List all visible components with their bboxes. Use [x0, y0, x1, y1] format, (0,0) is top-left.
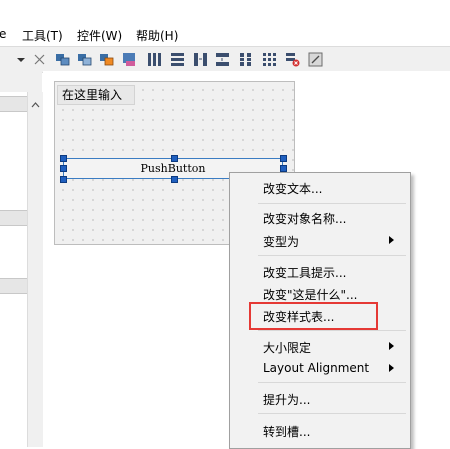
layout-vertical-icon[interactable] [170, 52, 185, 67]
menu-item-change-text[interactable]: 改变文本... [263, 180, 322, 197]
vertical-scrollbar[interactable] [27, 92, 43, 447]
menu-widgets[interactable]: 控件(W) [77, 27, 122, 44]
menu-tools[interactable]: 工具(T) [22, 27, 63, 44]
menu-separator [258, 203, 406, 204]
panel-group-header[interactable] [0, 210, 27, 226]
highlight-box [249, 302, 378, 330]
menu-item-morph-into[interactable]: 变型为 [263, 233, 299, 250]
menu-item-size-constraints[interactable]: 大小限定 [263, 339, 311, 356]
buddy-icon[interactable] [77, 52, 92, 67]
menu-separator [258, 413, 406, 414]
signals-slots-icon[interactable] [99, 52, 114, 67]
menu-bar: e 工具(T) 控件(W) 帮助(H) [0, 24, 450, 45]
selection-handle[interactable] [280, 165, 287, 172]
dropdown-arrow-icon[interactable] [14, 52, 29, 67]
splitter-vertical-icon[interactable] [215, 52, 230, 67]
break-layout-icon[interactable] [285, 52, 300, 67]
close-icon[interactable] [32, 52, 47, 67]
submenu-arrow-icon [389, 236, 394, 244]
menu-item-change-object-name[interactable]: 改变对象名称... [263, 210, 346, 227]
selection-handle[interactable] [171, 176, 178, 183]
selection-handle[interactable] [280, 155, 287, 162]
menu-separator [258, 382, 406, 383]
submenu-arrow-icon [389, 364, 394, 372]
form-layout-icon[interactable] [238, 52, 253, 67]
menu-help[interactable]: 帮助(H) [136, 27, 178, 44]
selection-handle[interactable] [171, 155, 178, 162]
property-list[interactable] [0, 92, 28, 447]
menu-item-promote-to[interactable]: 提升为... [263, 391, 310, 408]
menu-separator [258, 255, 406, 256]
panel-group-header[interactable] [0, 278, 27, 294]
menu-item-change-tooltip[interactable]: 改变工具提示... [263, 264, 346, 281]
selection-handle[interactable] [60, 165, 67, 172]
menu-item-go-to-slot[interactable]: 转到槽... [263, 423, 310, 440]
menu-item-change-whats-this[interactable]: 改变"这是什么"... [263, 286, 357, 303]
resource-icon[interactable] [122, 52, 137, 67]
menu-edit-partial[interactable]: e [0, 27, 6, 41]
splitter-horizontal-icon[interactable] [193, 52, 208, 67]
menu-item-layout-alignment[interactable]: Layout Alignment [263, 361, 369, 375]
menu-type-here-input[interactable]: 在这里输入 [57, 85, 135, 105]
scroll-up-icon[interactable] [31, 97, 40, 111]
menu-separator [258, 330, 406, 331]
toolbar [0, 46, 450, 73]
tab-order-icon[interactable] [55, 52, 70, 67]
layout-horizontal-icon[interactable] [147, 52, 162, 67]
selection-handle[interactable] [60, 155, 67, 162]
adjust-size-icon[interactable] [308, 52, 323, 67]
grid-layout-icon[interactable] [262, 52, 277, 67]
panel-header [0, 96, 27, 112]
submenu-arrow-icon [389, 342, 394, 350]
selection-handle[interactable] [60, 176, 67, 183]
